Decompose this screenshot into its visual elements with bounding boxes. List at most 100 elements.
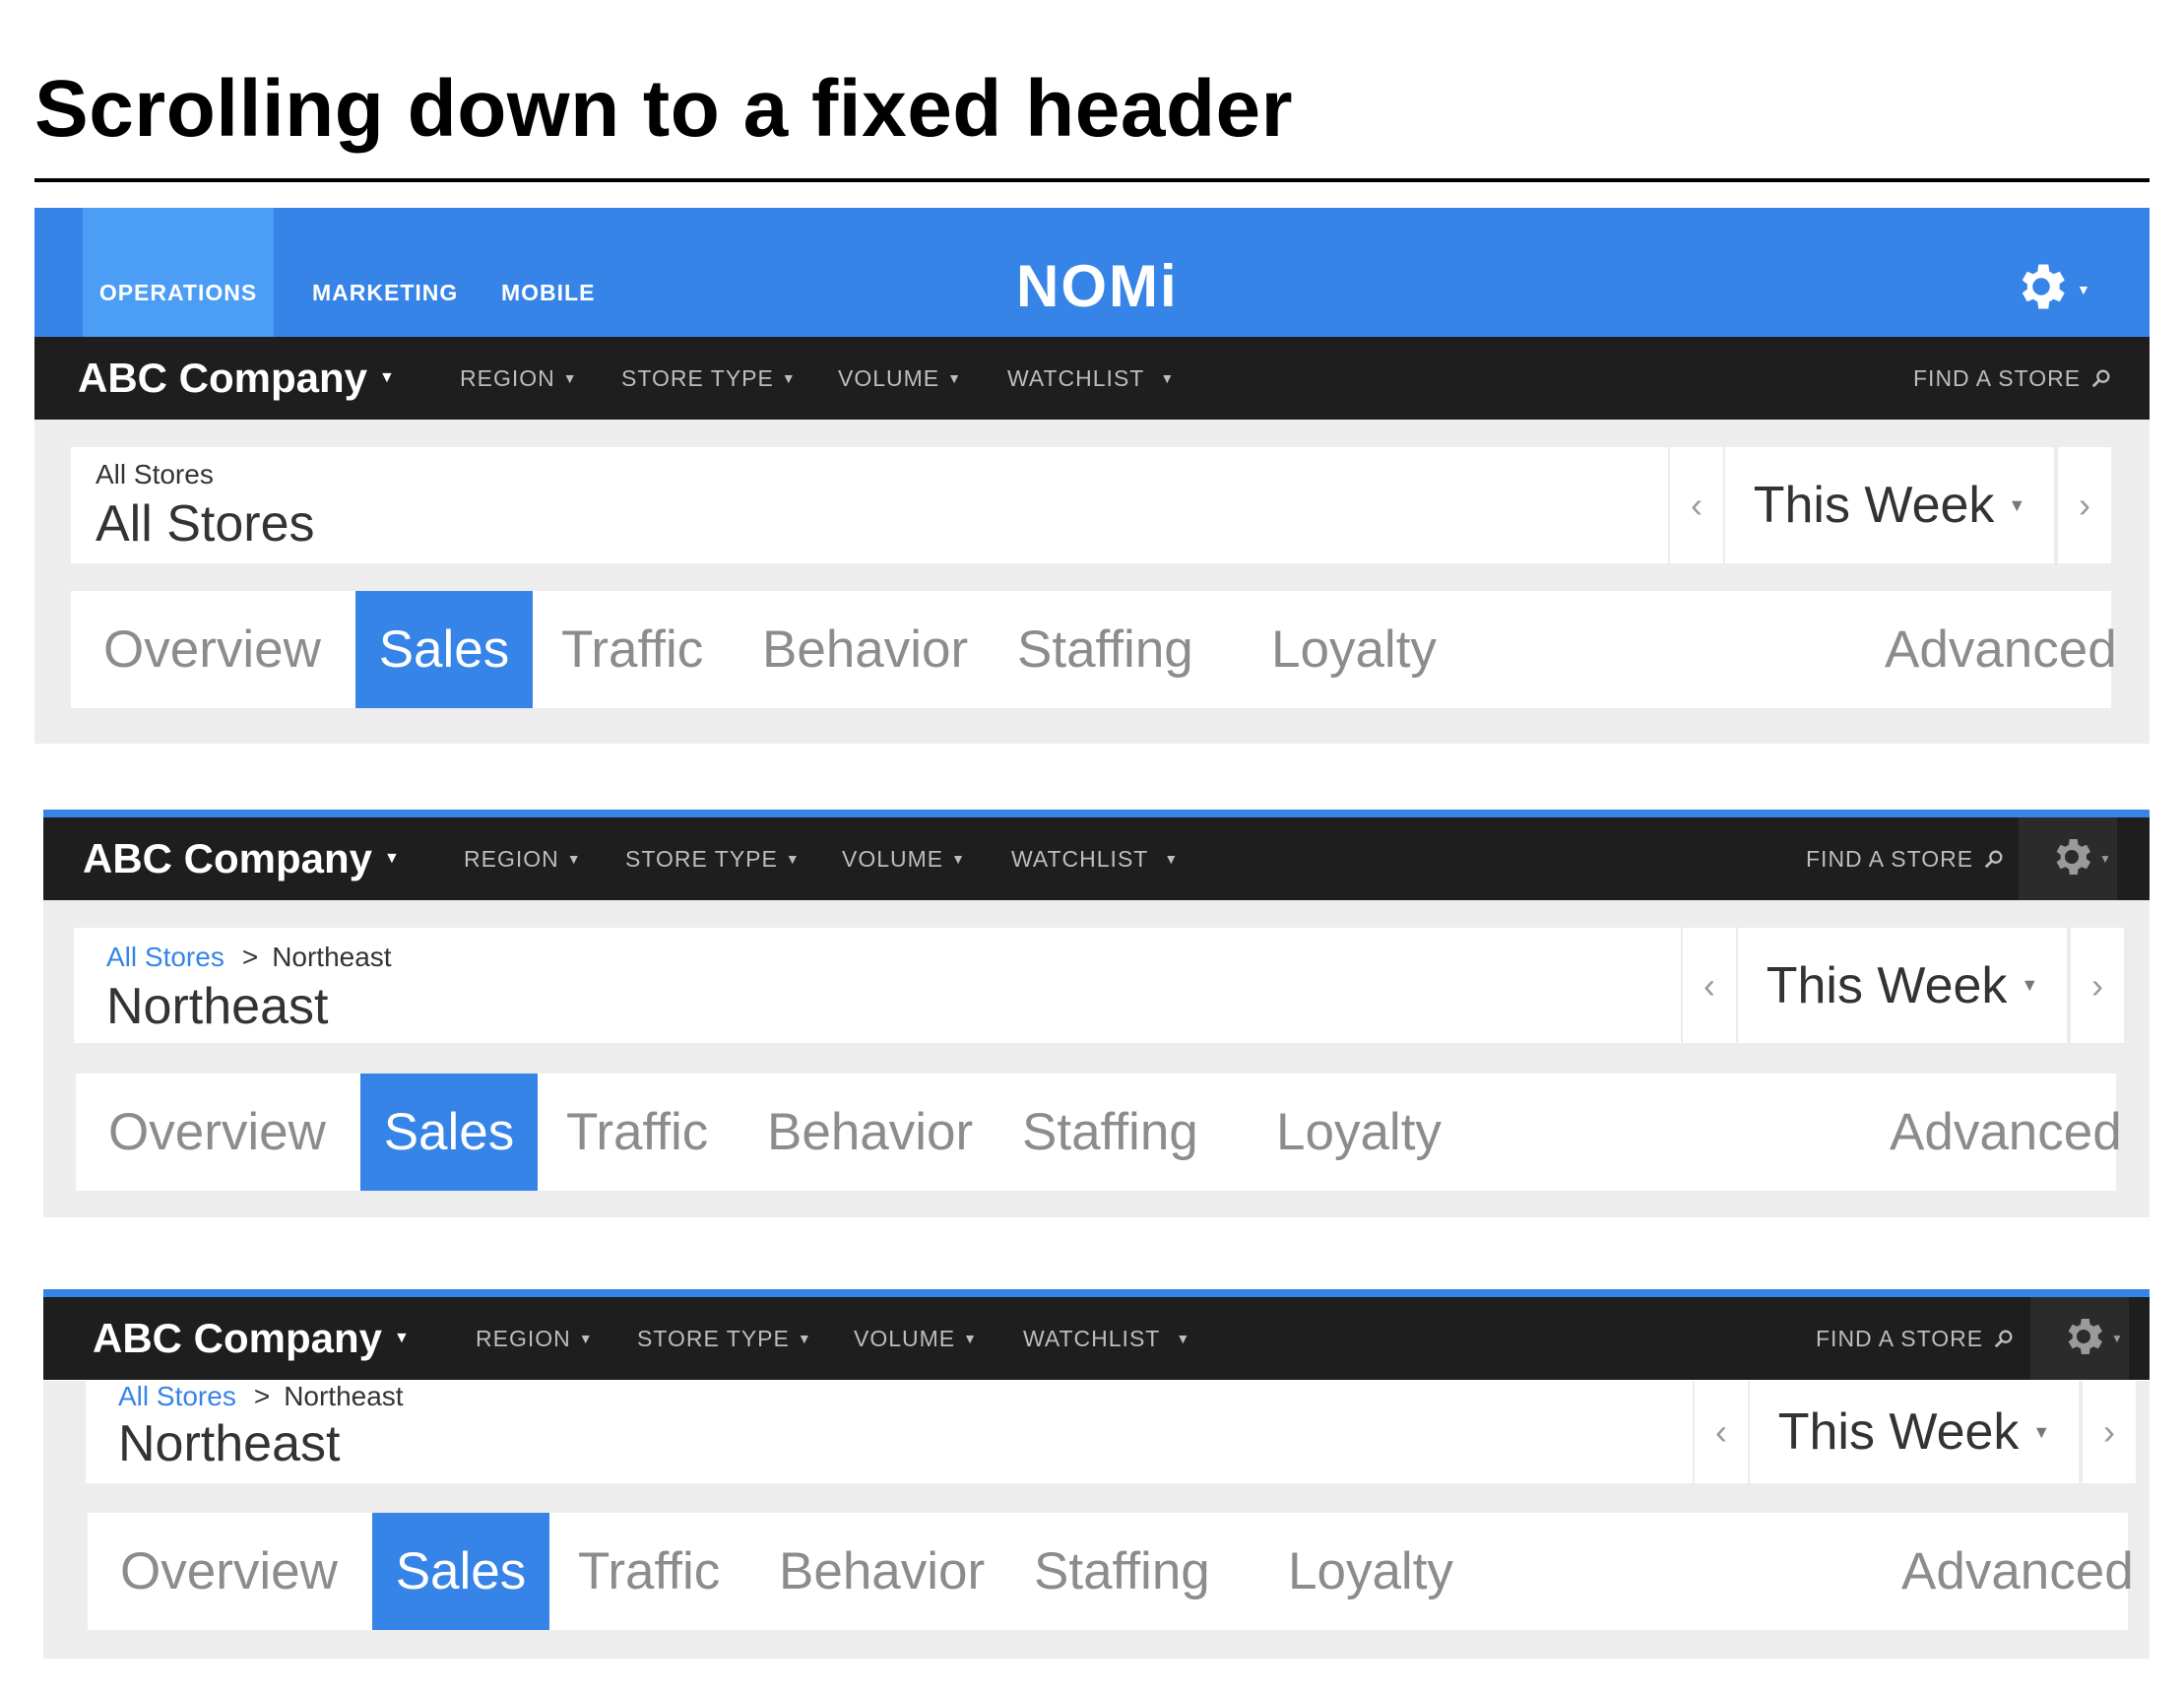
filter-region[interactable]: REGION ▼ — [460, 337, 578, 420]
tab-advanced[interactable]: Advanced — [1901, 1513, 2134, 1630]
filter-label: WATCHLIST — [1007, 364, 1145, 391]
find-store-button[interactable]: FIND A STORE — [1816, 1297, 2015, 1380]
filter-label: VOLUME — [838, 364, 940, 391]
date-range-label: This Week — [1766, 956, 2008, 1014]
chevron-down-icon: ▼ — [1160, 370, 1176, 386]
content-panel: All Stores > Northeast Northeast ‹ This We… — [43, 900, 2150, 1217]
find-store-button[interactable]: FIND A STORE — [1806, 817, 2005, 900]
settings-menu[interactable]: ▼ — [2030, 1297, 2129, 1380]
tab-overview[interactable]: Overview — [103, 591, 321, 708]
store-header: All Stores All Stores — [71, 447, 1668, 563]
filter-watchlist[interactable]: WATCHLIST ▼ — [1007, 337, 1175, 420]
chevron-right-icon[interactable]: › — [2081, 1381, 2136, 1483]
tab-sales[interactable]: Sales — [360, 1074, 538, 1191]
chevron-down-icon: ▼ — [566, 851, 582, 867]
date-range-label: This Week — [1753, 477, 1995, 534]
find-store-label: FIND A STORE — [1806, 845, 1974, 872]
tab-staffing[interactable]: Staffing — [1034, 1513, 1210, 1630]
company-selector[interactable]: ABC Company ▼ — [78, 337, 395, 420]
tab-loyalty[interactable]: Loyalty — [1271, 591, 1437, 708]
filter-label: REGION — [476, 1325, 571, 1351]
date-range-selector: ‹ This Week ▼ › — [1668, 447, 2111, 563]
chevron-down-icon: ▼ — [2111, 1332, 2123, 1345]
tab-staffing[interactable]: Staffing — [1017, 591, 1193, 708]
filter-volume[interactable]: VOLUME ▼ — [854, 1297, 978, 1380]
nav-item-operations[interactable]: OPERATIONS — [83, 208, 274, 337]
filter-store-type[interactable]: STORE TYPE ▼ — [621, 337, 797, 420]
find-store-button[interactable]: FIND A STORE — [1913, 337, 2112, 420]
chevron-left-icon[interactable]: ‹ — [1668, 447, 1723, 563]
filter-label: VOLUME — [842, 845, 944, 872]
nav-item-marketing[interactable]: MARKETING — [312, 208, 458, 337]
tab-traffic[interactable]: Traffic — [561, 591, 703, 708]
tab-bar: Overview Sales Traffic Behavior Staffing… — [88, 1513, 2134, 1630]
fixed-filter-bar: ABC Company ▼ REGION ▼ STORE TYPE ▼ VOLUME ▼… — [43, 1297, 2150, 1380]
breadcrumb-link-all-stores[interactable]: All Stores — [106, 942, 225, 972]
store-title: Northeast — [118, 1415, 341, 1472]
chevron-down-icon: ▼ — [2032, 1421, 2051, 1442]
filter-label: STORE TYPE — [625, 845, 778, 872]
filter-label: WATCHLIST — [1023, 1325, 1161, 1351]
tab-sales[interactable]: Sales — [372, 1513, 549, 1630]
search-icon — [1994, 1330, 2013, 1348]
chevron-down-icon: ▼ — [578, 1331, 594, 1346]
chevron-right-icon[interactable]: › — [2069, 928, 2124, 1043]
tab-traffic[interactable]: Traffic — [566, 1074, 708, 1191]
chevron-down-icon: ▼ — [963, 1331, 978, 1346]
date-range-selector: ‹ This Week ▼ › — [1681, 928, 2124, 1043]
date-range-dropdown[interactable]: This Week ▼ — [1748, 1381, 2081, 1483]
chevron-down-icon: ▼ — [1164, 851, 1180, 867]
nav-item-mobile[interactable]: MOBILE — [501, 208, 595, 337]
tab-overview[interactable]: Overview — [108, 1074, 326, 1191]
tab-advanced[interactable]: Advanced — [1890, 1074, 2122, 1191]
filter-store-type[interactable]: STORE TYPE ▼ — [625, 817, 801, 900]
chevron-right-icon[interactable]: › — [2056, 447, 2111, 563]
filter-label: WATCHLIST — [1011, 845, 1149, 872]
date-range-label: This Week — [1777, 1403, 2020, 1461]
tab-sales[interactable]: Sales — [355, 591, 533, 708]
date-range-dropdown[interactable]: This Week ▼ — [1736, 928, 2069, 1043]
store-header: All Stores > Northeast Northeast — [86, 1381, 1693, 1483]
filter-watchlist[interactable]: WATCHLIST ▼ — [1023, 1297, 1190, 1380]
tab-loyalty[interactable]: Loyalty — [1288, 1513, 1453, 1630]
date-range-dropdown[interactable]: This Week ▼ — [1723, 447, 2056, 563]
chevron-down-icon: ▼ — [2077, 281, 2090, 297]
company-selector[interactable]: ABC Company ▼ — [83, 817, 400, 900]
tab-staffing[interactable]: Staffing — [1022, 1074, 1198, 1191]
breadcrumb-separator: > — [253, 1381, 271, 1411]
filter-region[interactable]: REGION ▼ — [464, 817, 582, 900]
breadcrumb-link-all-stores[interactable]: All Stores — [118, 1381, 236, 1411]
find-store-label: FIND A STORE — [1913, 364, 2082, 391]
content-panel: All Stores All Stores ‹ This Week ▼ › Ove… — [34, 420, 2150, 744]
filter-region[interactable]: REGION ▼ — [476, 1297, 594, 1380]
company-name: ABC Company — [83, 835, 373, 881]
filter-volume[interactable]: VOLUME ▼ — [838, 337, 962, 420]
tab-loyalty[interactable]: Loyalty — [1276, 1074, 1442, 1191]
filter-label: VOLUME — [854, 1325, 956, 1351]
settings-menu[interactable]: ▼ — [2019, 817, 2117, 900]
chevron-left-icon[interactable]: ‹ — [1693, 1381, 1748, 1483]
chevron-down-icon: ▼ — [951, 851, 966, 867]
tab-traffic[interactable]: Traffic — [578, 1513, 720, 1630]
filter-volume[interactable]: VOLUME ▼ — [842, 817, 966, 900]
filter-label: REGION — [460, 364, 555, 391]
chevron-down-icon: ▼ — [384, 850, 400, 867]
filter-watchlist[interactable]: WATCHLIST ▼ — [1011, 817, 1179, 900]
tab-behavior[interactable]: Behavior — [762, 591, 968, 708]
gear-icon — [2060, 1313, 2107, 1365]
filter-bar: ABC Company ▼ REGION ▼ STORE TYPE ▼ VOLUME ▼… — [34, 337, 2150, 420]
tab-advanced[interactable]: Advanced — [1885, 591, 2117, 708]
company-selector[interactable]: ABC Company ▼ — [93, 1297, 410, 1380]
tab-behavior[interactable]: Behavior — [779, 1513, 985, 1630]
breadcrumb-separator: > — [241, 942, 259, 972]
date-range-selector: ‹ This Week ▼ › — [1693, 1381, 2136, 1483]
chevron-left-icon[interactable]: ‹ — [1681, 928, 1736, 1043]
search-icon — [2091, 369, 2110, 388]
filter-store-type[interactable]: STORE TYPE ▼ — [637, 1297, 812, 1380]
tab-overview[interactable]: Overview — [120, 1513, 338, 1630]
tab-behavior[interactable]: Behavior — [767, 1074, 973, 1191]
nomi-logo[interactable]: NOMi — [1016, 257, 1179, 316]
settings-menu[interactable]: ▼ — [2012, 257, 2090, 321]
breadcrumb: All Stores > Northeast — [118, 1381, 404, 1412]
company-name: ABC Company — [78, 355, 368, 401]
